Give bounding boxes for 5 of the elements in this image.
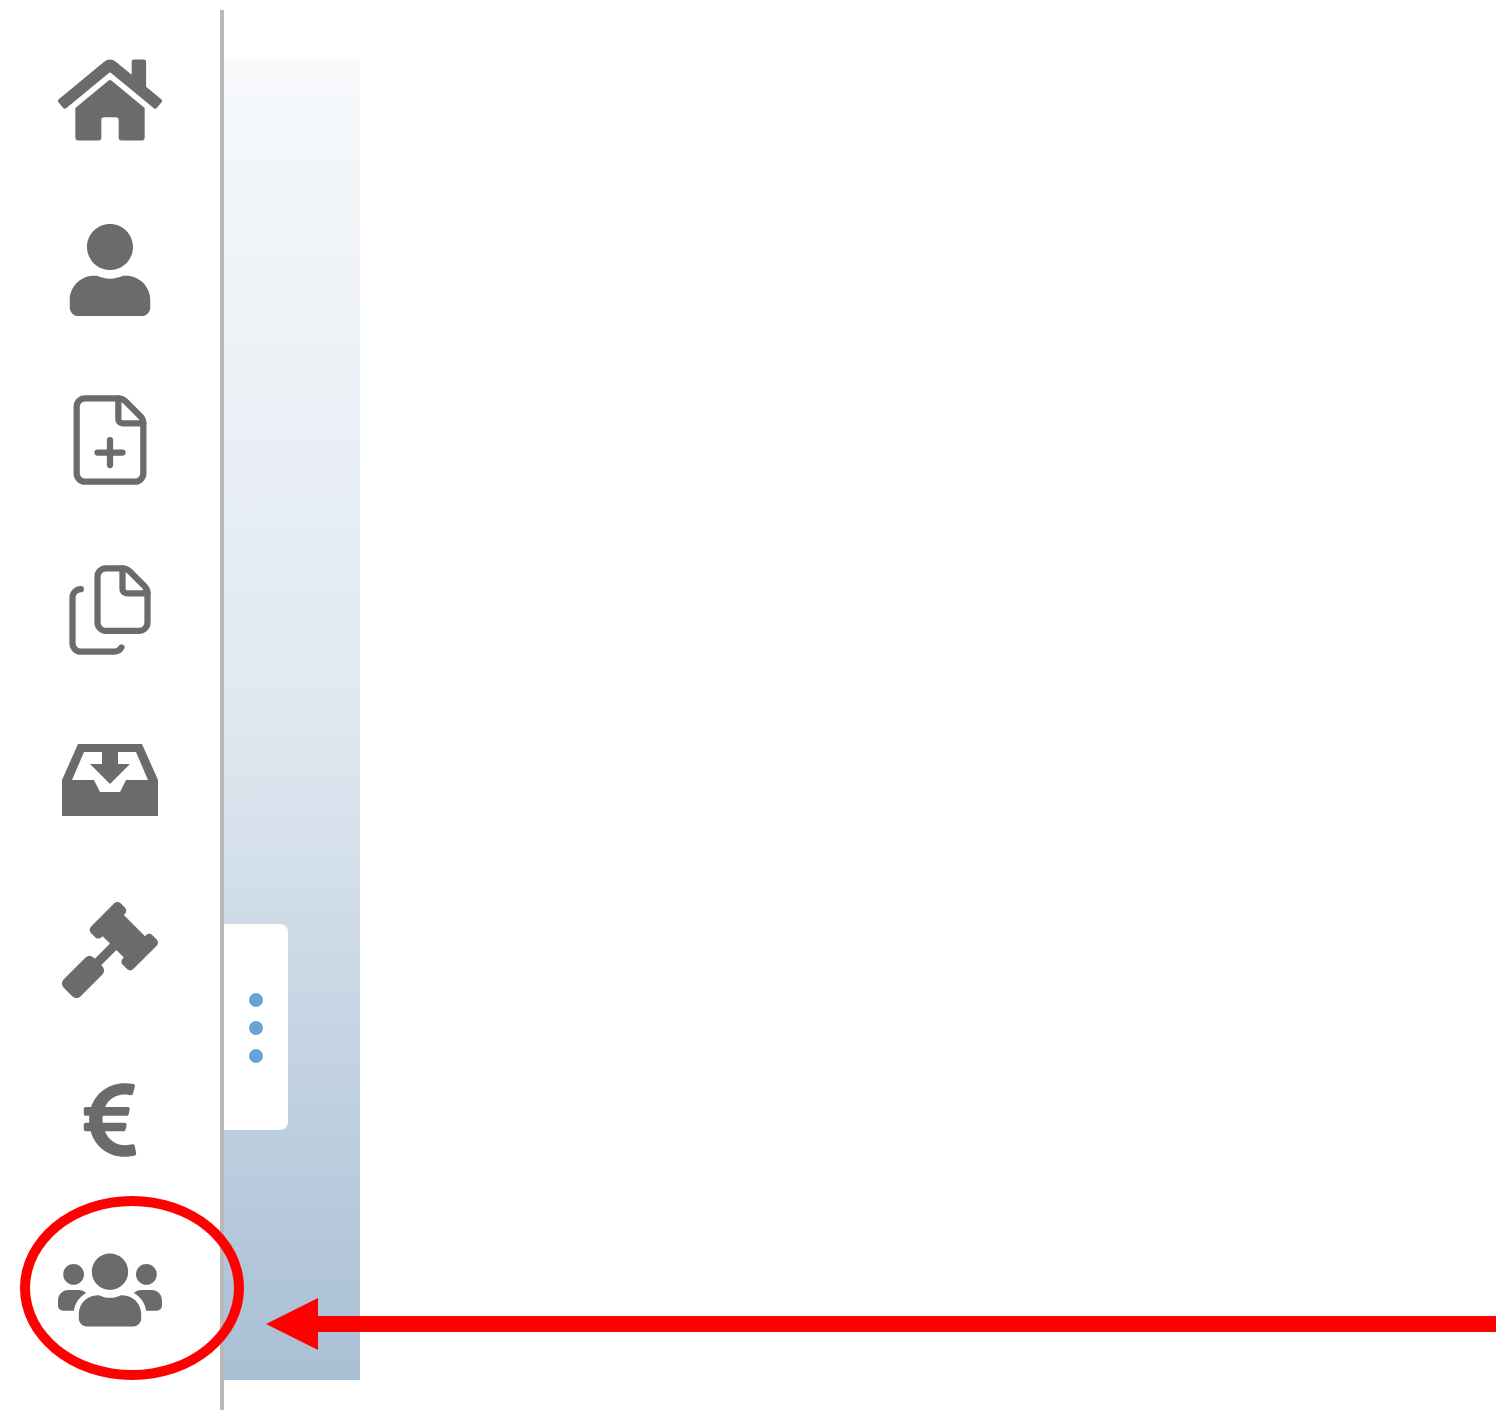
- more-icon: [248, 991, 264, 1063]
- inbox-download-icon[interactable]: [62, 739, 158, 819]
- gavel-icon[interactable]: [62, 901, 158, 997]
- user-icon[interactable]: [64, 223, 156, 315]
- collapse-tab[interactable]: [224, 924, 288, 1130]
